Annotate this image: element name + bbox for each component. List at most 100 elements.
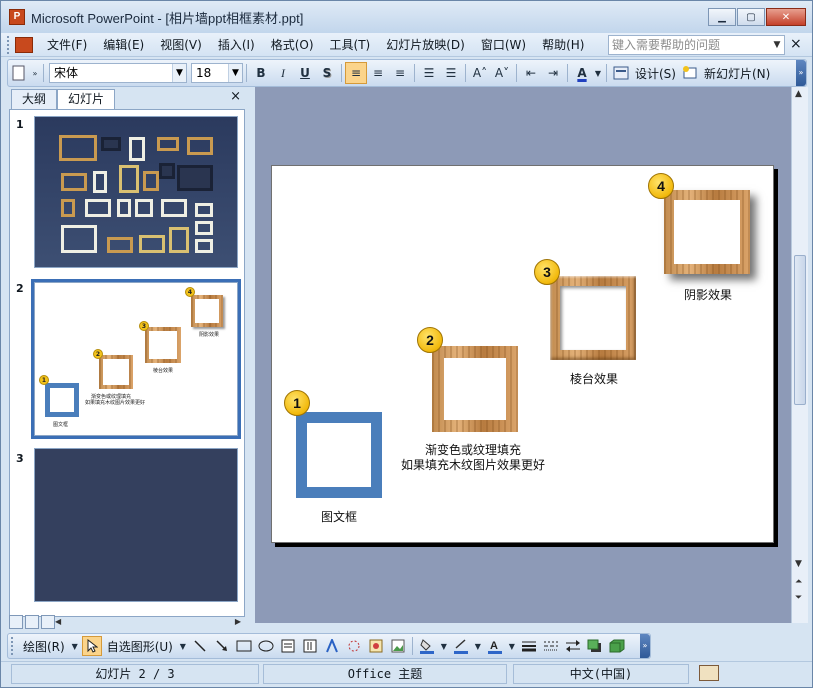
chevron-down-icon[interactable]: ▼ xyxy=(172,64,186,82)
chevron-down-icon[interactable]: ▼ xyxy=(473,636,483,656)
font-color-button[interactable]: A xyxy=(571,62,593,84)
menu-tools[interactable]: 工具(T) xyxy=(322,35,379,55)
shadow-style-icon[interactable] xyxy=(585,636,605,656)
toolbar-options-icon[interactable]: » xyxy=(30,62,40,84)
previous-slide-icon[interactable]: ⏶ xyxy=(795,577,802,587)
diagram-icon[interactable] xyxy=(344,636,364,656)
picture-icon[interactable] xyxy=(388,636,408,656)
scroll-down-icon[interactable]: ▼ xyxy=(795,559,802,569)
font-size-select[interactable]: 18 ▼ xyxy=(191,63,243,83)
minimize-button[interactable]: ▁ xyxy=(708,8,736,26)
menu-help[interactable]: 帮助(H) xyxy=(534,35,592,55)
close-button[interactable]: ✕ xyxy=(766,8,806,26)
line-icon[interactable] xyxy=(190,636,210,656)
scroll-left-icon[interactable]: ◀ xyxy=(55,617,61,626)
maximize-button[interactable]: ▢ xyxy=(737,8,765,26)
menu-format[interactable]: 格式(O) xyxy=(263,35,322,55)
bold-button[interactable]: B xyxy=(250,62,272,84)
pane-close-button[interactable]: × xyxy=(230,89,241,104)
new-slide-button[interactable]: 新幻灯片(N) xyxy=(701,65,773,82)
underline-button[interactable]: U xyxy=(294,62,316,84)
toolbar-grip[interactable] xyxy=(11,637,19,655)
chevron-down-icon[interactable]: ▼ xyxy=(178,636,188,656)
chevron-down-icon[interactable]: ▼ xyxy=(593,62,603,84)
blue-picture-frame[interactable] xyxy=(296,412,382,498)
grow-font-button[interactable]: A˄ xyxy=(469,62,491,84)
menu-insert[interactable]: 插入(I) xyxy=(210,35,263,55)
current-slide[interactable]: 1 图文框 2 渐变色或纹理填充 如果填充木纹图片效果更好 3 棱台效果 4 阴… xyxy=(271,165,774,543)
number-badge-2[interactable]: 2 xyxy=(417,327,443,353)
tab-outline[interactable]: 大纲 xyxy=(11,89,58,109)
line-style-icon[interactable] xyxy=(519,636,539,656)
3d-style-icon[interactable] xyxy=(607,636,627,656)
chevron-down-icon[interactable]: ▼ xyxy=(70,636,80,656)
caption-gradient-fill[interactable]: 渐变色或纹理填充 如果填充木纹图片效果更好 xyxy=(392,443,554,473)
align-left-button[interactable]: ≡ xyxy=(345,62,367,84)
menu-file[interactable]: 文件(F) xyxy=(39,35,95,55)
drawbar-overflow-button[interactable]: » xyxy=(640,634,650,658)
normal-view-icon[interactable] xyxy=(9,615,23,629)
next-slide-icon[interactable]: ⏷ xyxy=(795,593,802,603)
tab-slides[interactable]: 幻灯片 xyxy=(57,89,116,109)
wordart-icon[interactable] xyxy=(322,636,342,656)
decrease-indent-button[interactable]: ⇤ xyxy=(520,62,542,84)
bevel-wood-frame[interactable] xyxy=(550,276,636,360)
align-right-button[interactable]: ≡ xyxy=(389,62,411,84)
align-center-button[interactable]: ≡ xyxy=(367,62,389,84)
new-document-icon[interactable] xyxy=(8,62,30,84)
italic-button[interactable]: I xyxy=(272,62,294,84)
text-shadow-button[interactable]: S xyxy=(316,62,338,84)
oval-icon[interactable] xyxy=(256,636,276,656)
bullets-button[interactable]: ☰ xyxy=(440,62,462,84)
number-badge-3[interactable]: 3 xyxy=(534,259,560,285)
dash-style-icon[interactable] xyxy=(541,636,561,656)
document-icon[interactable] xyxy=(15,36,33,53)
number-badge-1[interactable]: 1 xyxy=(284,390,310,416)
draw-menu-button[interactable]: 绘图(R) xyxy=(19,638,69,655)
caption-bevel[interactable]: 棱台效果 xyxy=(556,372,632,387)
menu-slideshow[interactable]: 幻灯片放映(D) xyxy=(378,35,473,55)
slideshow-icon[interactable] xyxy=(41,615,55,629)
font-name-select[interactable]: 宋体 ▼ xyxy=(49,63,187,83)
shrink-font-button[interactable]: A˅ xyxy=(491,62,513,84)
editor-vertical-scrollbar[interactable]: ▲ ▼ ⏶ ⏷ xyxy=(791,87,808,623)
spell-check-icon[interactable] xyxy=(699,665,719,681)
shadow-wood-frame[interactable] xyxy=(664,190,750,274)
document-close-button[interactable]: × xyxy=(790,36,802,52)
powerpoint-icon[interactable]: P xyxy=(9,9,25,25)
chevron-down-icon[interactable]: ▼ xyxy=(439,636,449,656)
new-slide-icon[interactable] xyxy=(679,62,701,84)
menu-view[interactable]: 视图(V) xyxy=(152,35,210,55)
slide-thumbnail-3[interactable] xyxy=(34,448,238,602)
line-color-icon[interactable] xyxy=(451,636,471,656)
help-search-input[interactable]: 键入需要帮助的问题 ▼ xyxy=(608,35,785,55)
chevron-down-icon[interactable]: ▼ xyxy=(228,64,242,82)
fill-color-icon[interactable] xyxy=(417,636,437,656)
select-pointer-icon[interactable] xyxy=(81,636,102,656)
increase-indent-button[interactable]: ⇥ xyxy=(542,62,564,84)
wood-texture-frame[interactable] xyxy=(432,346,518,432)
clipart-icon[interactable] xyxy=(366,636,386,656)
slide-thumbnail-1[interactable] xyxy=(34,116,238,268)
scroll-up-icon[interactable]: ▲ xyxy=(795,89,802,99)
autoshapes-button[interactable]: 自选图形(U) xyxy=(103,638,177,655)
slide-sorter-icon[interactable] xyxy=(25,615,39,629)
caption-frame[interactable]: 图文框 xyxy=(296,510,382,525)
scroll-right-icon[interactable]: ▶ xyxy=(235,617,241,626)
arrow-icon[interactable] xyxy=(212,636,232,656)
scrollbar-thumb[interactable] xyxy=(794,255,806,405)
slide-thumbnail-2[interactable]: 1 2 3 4 图文框 渐变色或纹理填充 如果填充木纹图片效果更好 棱台效果 阴… xyxy=(31,279,241,439)
menu-edit[interactable]: 编辑(E) xyxy=(95,35,152,55)
arrow-style-icon[interactable] xyxy=(563,636,583,656)
numbering-button[interactable]: ☰ xyxy=(418,62,440,84)
number-badge-4[interactable]: 4 xyxy=(648,173,674,199)
font-color-icon[interactable]: A xyxy=(485,636,505,656)
toolbar-overflow-button[interactable]: » xyxy=(796,60,806,86)
vertical-textbox-icon[interactable] xyxy=(300,636,320,656)
pane-horizontal-scrollbar[interactable]: ◀ ▶ xyxy=(55,617,245,629)
menu-window[interactable]: 窗口(W) xyxy=(473,35,534,55)
caption-shadow[interactable]: 阴影效果 xyxy=(670,288,746,303)
chevron-down-icon[interactable]: ▼ xyxy=(507,636,517,656)
rectangle-icon[interactable] xyxy=(234,636,254,656)
design-button[interactable]: 设计(S) xyxy=(632,65,679,82)
